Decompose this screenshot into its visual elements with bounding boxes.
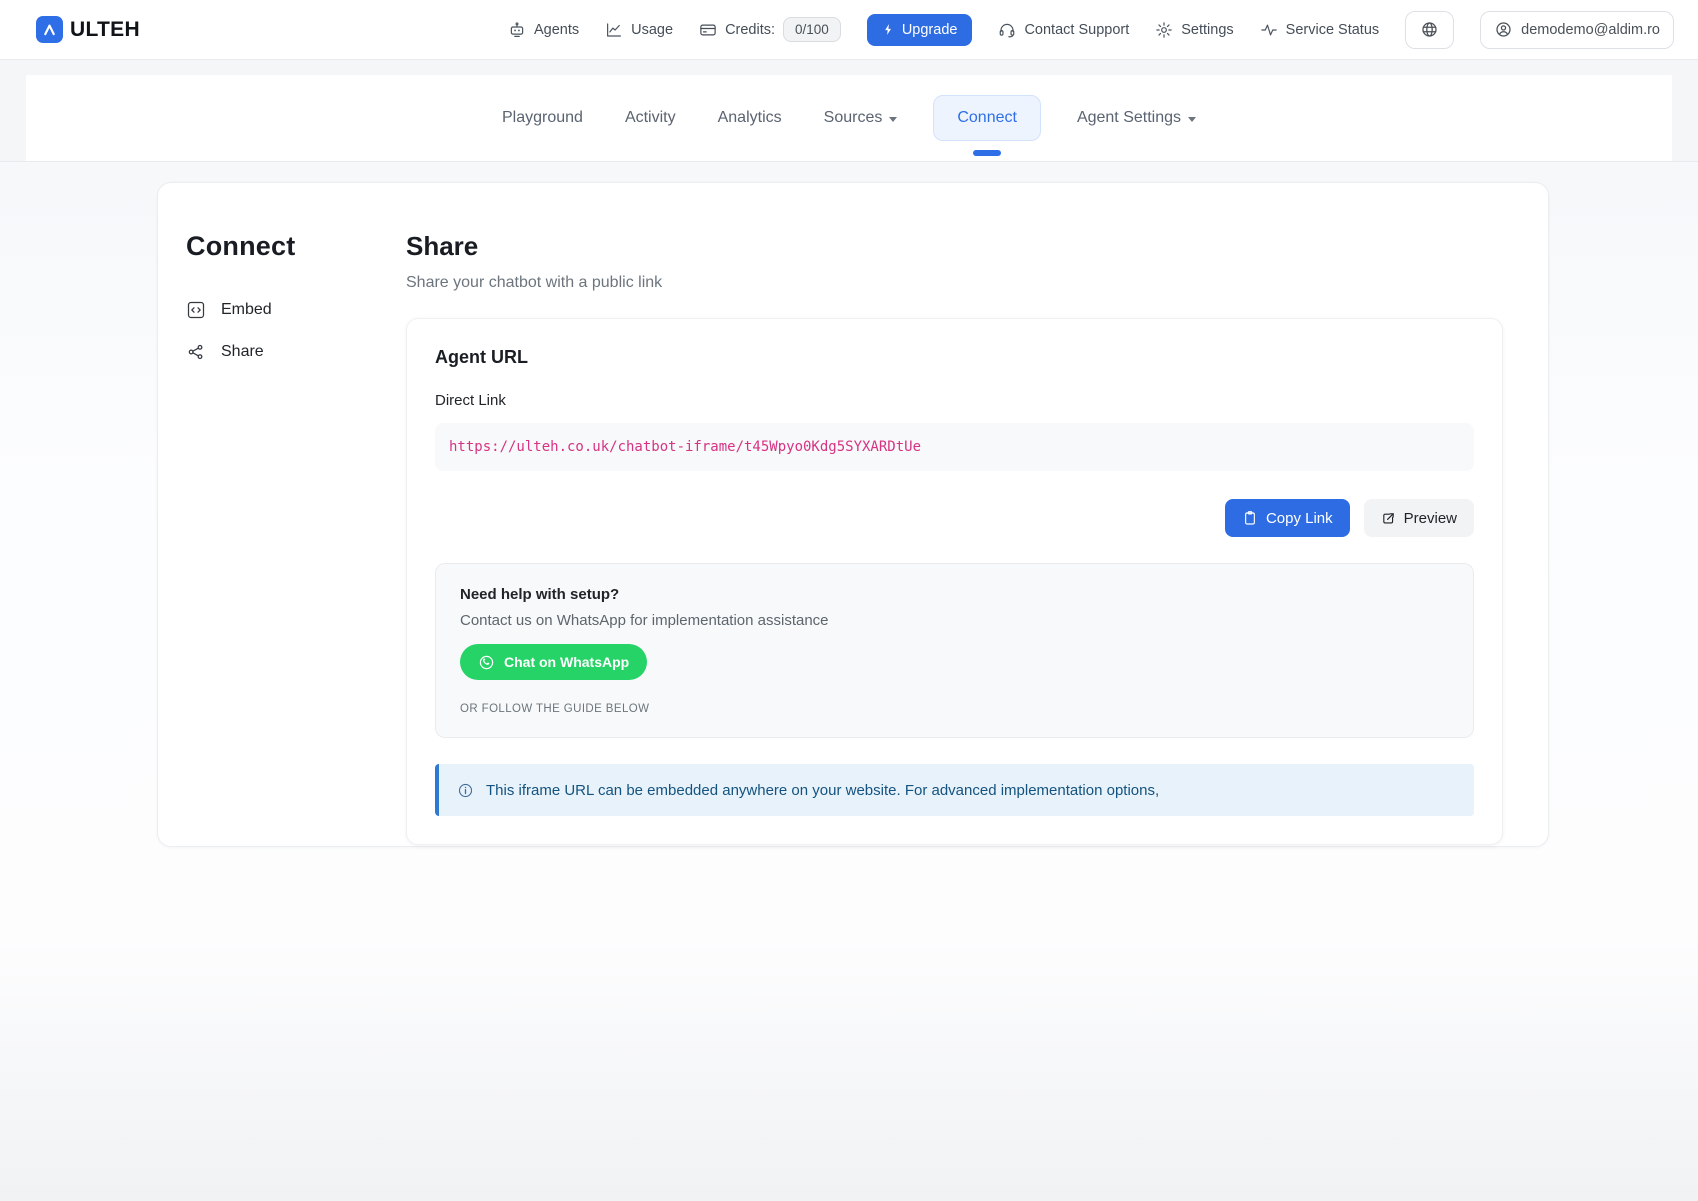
person-circle-icon xyxy=(1494,20,1513,39)
credit-card-icon xyxy=(699,21,717,39)
share-section: Share Share your chatbot with a public l… xyxy=(406,231,1520,846)
chevron-down-icon xyxy=(889,117,897,122)
tab-activity-label: Activity xyxy=(625,109,676,127)
chevron-down-icon xyxy=(1188,117,1196,122)
help-box: Need help with setup? Contact us on What… xyxy=(435,563,1474,738)
tab-analytics-label: Analytics xyxy=(718,109,782,127)
whatsapp-button[interactable]: Chat on WhatsApp xyxy=(460,644,647,680)
sidebar-item-embed-label: Embed xyxy=(221,301,272,319)
help-title: Need help with setup? xyxy=(460,586,1449,603)
page: ULTEH Agents Usage xyxy=(0,0,1698,1201)
credits-label: Credits: xyxy=(725,22,775,38)
sidebar-item-share-label: Share xyxy=(221,343,264,361)
nav-service-status[interactable]: Service Status xyxy=(1260,21,1380,39)
upgrade-label: Upgrade xyxy=(902,22,958,38)
nav-contact-support[interactable]: Contact Support xyxy=(998,21,1129,39)
usage-chart-icon xyxy=(605,21,623,39)
connect-sidebar: Connect Embed xyxy=(186,231,406,846)
url-actions: Copy Link Preview xyxy=(435,499,1474,537)
tab-playground[interactable]: Playground xyxy=(496,97,589,139)
iframe-info-alert: This iframe URL can be embedded anywhere… xyxy=(435,764,1474,816)
tab-band: Playground Activity Analytics Sources Co… xyxy=(0,60,1698,162)
user-account-button[interactable]: demodemo@aldim.ro xyxy=(1480,11,1674,49)
logo-mark-icon xyxy=(36,16,63,43)
preview-button[interactable]: Preview xyxy=(1364,499,1474,537)
agent-url-panel: Agent URL Direct Link https://ulteh.co.u… xyxy=(406,318,1503,845)
whatsapp-button-label: Chat on WhatsApp xyxy=(504,654,629,670)
sidebar-item-embed[interactable]: Embed xyxy=(186,300,406,320)
upgrade-button[interactable]: Upgrade xyxy=(867,14,973,46)
info-icon xyxy=(456,781,475,800)
help-subtitle: Contact us on WhatsApp for implementatio… xyxy=(460,612,1449,629)
activity-pulse-icon xyxy=(1260,21,1278,39)
guide-note: OR FOLLOW THE GUIDE BELOW xyxy=(460,703,1449,715)
copy-link-label: Copy Link xyxy=(1266,510,1333,527)
language-button[interactable] xyxy=(1405,11,1454,49)
nav-contact-support-label: Contact Support xyxy=(1024,22,1129,38)
logo[interactable]: ULTEH xyxy=(36,16,140,43)
whatsapp-icon xyxy=(478,654,495,671)
nav-service-status-label: Service Status xyxy=(1286,22,1380,38)
nav-settings[interactable]: Settings xyxy=(1155,21,1233,39)
sidebar-item-share[interactable]: Share xyxy=(186,342,406,362)
copy-link-button[interactable]: Copy Link xyxy=(1225,499,1350,537)
lightning-icon xyxy=(882,22,895,37)
tab-sources-label: Sources xyxy=(824,109,883,127)
preview-label: Preview xyxy=(1404,510,1457,527)
tab-connect-label: Connect xyxy=(957,109,1017,127)
iframe-info-text: This iframe URL can be embedded anywhere… xyxy=(486,782,1159,799)
tab-connect[interactable]: Connect xyxy=(933,95,1041,141)
nav-agents[interactable]: Agents xyxy=(508,21,579,39)
code-square-icon xyxy=(186,300,206,320)
tab-analytics[interactable]: Analytics xyxy=(712,97,788,139)
tab-activity[interactable]: Activity xyxy=(619,97,682,139)
nav-agents-label: Agents xyxy=(534,22,579,38)
connect-card: Connect Embed xyxy=(157,182,1549,847)
credits-value-badge: 0/100 xyxy=(783,17,841,42)
topnav-menu: Agents Usage Credits: 0/100 xyxy=(508,11,1674,49)
page-subtitle: Share your chatbot with a public link xyxy=(406,274,1520,292)
agent-url-box[interactable]: https://ulteh.co.uk/chatbot-iframe/t45Wp… xyxy=(435,423,1474,471)
sidebar-nav: Embed Share xyxy=(186,300,406,362)
globe-icon xyxy=(1420,20,1439,39)
nav-usage-label: Usage xyxy=(631,22,673,38)
headset-icon xyxy=(998,21,1016,39)
tab-strip: Playground Activity Analytics Sources Co… xyxy=(26,75,1672,161)
robot-icon xyxy=(508,21,526,39)
top-navbar: ULTEH Agents Usage xyxy=(0,0,1698,60)
tab-agent-settings-label: Agent Settings xyxy=(1077,109,1181,127)
share-nodes-icon xyxy=(186,342,206,362)
tab-agent-settings[interactable]: Agent Settings xyxy=(1071,97,1202,139)
nav-settings-label: Settings xyxy=(1181,22,1233,38)
page-title: Share xyxy=(406,231,1520,262)
agent-url-title: Agent URL xyxy=(435,347,1474,368)
sidebar-title: Connect xyxy=(186,231,406,262)
user-email: demodemo@aldim.ro xyxy=(1521,22,1660,38)
credits-indicator: Credits: 0/100 xyxy=(699,17,841,42)
external-link-icon xyxy=(1381,511,1396,526)
agent-url-value: https://ulteh.co.uk/chatbot-iframe/t45Wp… xyxy=(449,439,921,455)
tab-playground-label: Playground xyxy=(502,109,583,127)
direct-link-label: Direct Link xyxy=(435,392,1474,409)
logo-text: ULTEH xyxy=(70,18,140,42)
tab-sources[interactable]: Sources xyxy=(818,97,904,139)
nav-usage[interactable]: Usage xyxy=(605,21,673,39)
clipboard-icon xyxy=(1242,510,1258,526)
gear-icon xyxy=(1155,21,1173,39)
